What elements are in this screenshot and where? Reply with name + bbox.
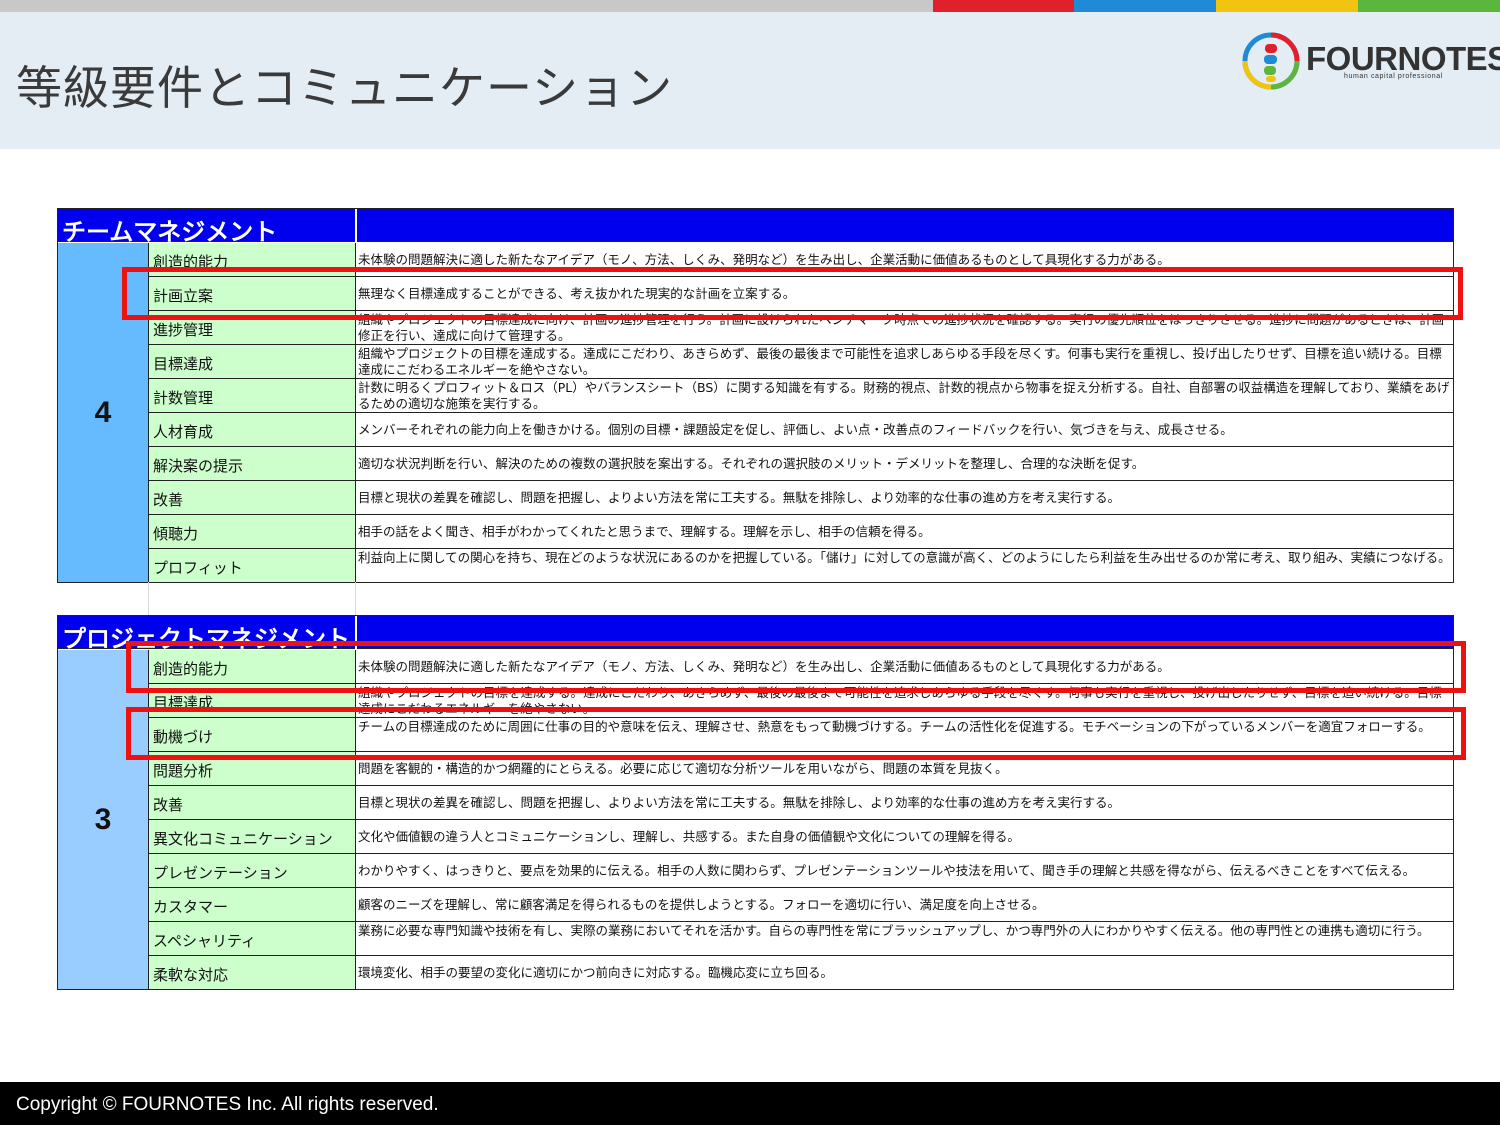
grid-line bbox=[355, 582, 356, 616]
table-row: プロフィット 利益向上に関しての関心を持ち、現在どのような状況にあるのかを把握して… bbox=[149, 549, 1453, 583]
page-title: 等級要件とコミュニケーション bbox=[16, 61, 674, 115]
competency-description: 業務に必要な専門知識や技術を有し、実際の業務においてそれを活かす。自らの専門性を… bbox=[358, 923, 1430, 938]
table-row: 傾聴力 相手の話をよく聞き、相手がわかってくれたと思うまで、理解する。理解を示し、… bbox=[149, 515, 1453, 549]
competency-description: 相手の話をよく聞き、相手がわかってくれたと思うまで、理解する。理解を示し、相手の… bbox=[358, 524, 931, 539]
top-bar-yellow bbox=[1216, 0, 1358, 12]
top-bar-green bbox=[1358, 0, 1500, 12]
competency-name: 改善 bbox=[149, 481, 356, 514]
competency-description: 目標と現状の差異を確認し、問題を把握し、よりよい方法を常に工夫する。無駄を排除し… bbox=[358, 795, 1121, 810]
competency-name: 改善 bbox=[149, 786, 356, 819]
top-bar-red bbox=[933, 0, 1074, 12]
copyright-text: Copyright © FOURNOTES Inc. All rights re… bbox=[16, 1094, 439, 1115]
table-row: 解決案の提示 適切な状況判断を行い、解決のための複数の選択肢を案出する。それぞれの… bbox=[149, 447, 1453, 481]
competency-name: 傾聴力 bbox=[149, 515, 356, 548]
competency-name: プロフィット bbox=[149, 549, 356, 582]
competency-description: 顧客のニーズを理解し、常に顧客満足を得られるものを提供しようとする。フォローを適… bbox=[358, 897, 1045, 912]
competency-name: 解決案の提示 bbox=[149, 447, 356, 480]
competency-name: 計数管理 bbox=[149, 379, 356, 412]
competency-name: 異文化コミュニケーション bbox=[149, 820, 356, 853]
competency-description: 文化や価値観の違う人とコミュニケーションし、理解し、共感する。また自身の価値観や… bbox=[358, 829, 1020, 844]
competency-description: メンバーそれぞれの能力向上を働きかける。個別の目標・課題設定を促し、評価し、よい… bbox=[358, 422, 1233, 437]
header-divider bbox=[355, 209, 357, 242]
top-bar-blue bbox=[1074, 0, 1216, 12]
competency-description: わかりやすく、はっきりと、要点を効果的に伝える。相手の人数に関わらず、プレゼンテ… bbox=[358, 863, 1416, 878]
highlight-box-creativity bbox=[126, 641, 1466, 693]
table-row: 柔軟な対応 環境変化、相手の要望の変化に適切にかつ前向きに対応する。臨機応変に立ち… bbox=[149, 956, 1453, 990]
table-row: 改善 目標と現状の差異を確認し、問題を把握し、よりよい方法を常に工夫する。無駄を排… bbox=[149, 481, 1453, 515]
table-row: スペシャリティ 業務に必要な専門知識や技術を有し、実際の業務においてそれを活かす。… bbox=[149, 922, 1453, 956]
level-cell: 3 bbox=[58, 650, 149, 989]
highlight-box-motivation bbox=[126, 707, 1466, 760]
level-number: 3 bbox=[94, 802, 112, 836]
competency-description: 組織やプロジェクトの目標を達成する。達成にこだわり、あきらめず、最後の最後まで可… bbox=[358, 346, 1442, 377]
table-row: 人材育成 メンバーそれぞれの能力向上を働きかける。個別の目標・課題設定を促し、評価… bbox=[149, 413, 1453, 447]
top-bar-gray bbox=[0, 0, 933, 12]
competency-description: 利益向上に関しての関心を持ち、現在どのような状況にあるのかを把握している。「儲け… bbox=[358, 550, 1451, 565]
competency-name: 人材育成 bbox=[149, 413, 356, 446]
competency-rows: 創造的能力 未体験の問題解決に適した新たなアイデア（モノ、方法、しくみ、発明など）… bbox=[149, 650, 1453, 990]
logo-subtitle: human capital professional bbox=[1344, 73, 1443, 80]
table-row: 計数管理 計数に明るくプロフィット＆ロス（PL）やバランスシート（BS）に関する知… bbox=[149, 379, 1453, 413]
competency-description: 環境変化、相手の要望の変化に適切にかつ前向きに対応する。臨機応変に立ち回る。 bbox=[358, 965, 834, 980]
competency-name: 目標達成 bbox=[149, 345, 356, 378]
logo-mark-icon bbox=[1242, 32, 1300, 90]
competency-description: 目標と現状の差異を確認し、問題を把握し、よりよい方法を常に工夫する。無駄を排除し… bbox=[358, 490, 1121, 505]
competency-name: スペシャリティ bbox=[149, 922, 356, 955]
competency-description: 計数に明るくプロフィット＆ロス（PL）やバランスシート（BS）に関する知識を有す… bbox=[358, 380, 1450, 411]
section-header: チームマネジメント bbox=[58, 209, 1453, 246]
top-color-bar bbox=[0, 0, 1500, 12]
slide-header: 等級要件とコミュニケーション FOURNOTES human capital p… bbox=[0, 12, 1500, 149]
footer: Copyright © FOURNOTES Inc. All rights re… bbox=[0, 1082, 1500, 1125]
table-row: プレゼンテーション わかりやすく、はっきりと、要点を効果的に伝える。相手の人数に関… bbox=[149, 854, 1453, 888]
grid-line bbox=[148, 582, 149, 616]
highlight-box-planning bbox=[122, 267, 1463, 320]
table-row: 目標達成 組織やプロジェクトの目標を達成する。達成にこだわり、あきらめず、最後の最… bbox=[149, 345, 1453, 379]
section-title: チームマネジメント bbox=[62, 218, 278, 246]
competency-name: 柔軟な対応 bbox=[149, 956, 356, 989]
table-row: 異文化コミュニケーション 文化や価値観の違う人とコミュニケーションし、理解し、共感… bbox=[149, 820, 1453, 854]
competency-name: カスタマー bbox=[149, 888, 356, 921]
section-gap bbox=[57, 582, 1454, 616]
section-team-management: チームマネジメント 4 創造的能力 未体験の問題解決に適した新たなアイデア（モノ、… bbox=[57, 208, 1454, 583]
table-row: 改善 目標と現状の差異を確認し、問題を把握し、よりよい方法を常に工夫する。無駄を排… bbox=[149, 786, 1453, 820]
company-logo: FOURNOTES human capital professional bbox=[1240, 30, 1500, 92]
level-number: 4 bbox=[94, 395, 112, 429]
table-row: カスタマー 顧客のニーズを理解し、常に顧客満足を得られるものを提供しようとする。フ… bbox=[149, 888, 1453, 922]
competency-description: 適切な状況判断を行い、解決のための複数の選択肢を案出する。それぞれの選択肢のメリ… bbox=[358, 456, 1145, 471]
competency-name: プレゼンテーション bbox=[149, 854, 356, 887]
